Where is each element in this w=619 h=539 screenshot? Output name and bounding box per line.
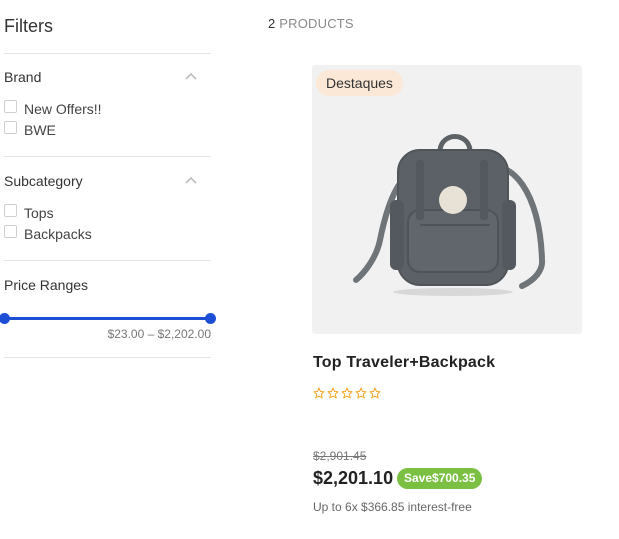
star-outline-icon (355, 387, 367, 399)
option-label: BWE (24, 122, 56, 138)
backpack-image (350, 110, 550, 305)
price-slider-track[interactable] (4, 317, 211, 320)
option-label: Backpacks (24, 226, 92, 242)
product-image[interactable] (312, 65, 582, 334)
checkbox[interactable] (4, 224, 17, 238)
checkbox[interactable] (4, 99, 17, 113)
product-count-number: 2 (268, 16, 276, 31)
save-badge: Save$700.35 (397, 468, 483, 489)
star-outline-icon (327, 387, 339, 399)
option-label: New Offers!! (24, 101, 102, 117)
option-label: Tops (24, 205, 54, 221)
price-slider-max-handle[interactable] (205, 313, 216, 324)
product-name[interactable]: Top Traveler+Backpack (313, 354, 495, 372)
brand-option-bwe[interactable]: BWE (4, 120, 56, 138)
subcategory-section-title[interactable]: Subcategory (4, 173, 83, 189)
current-price: $2,201.10 (313, 468, 394, 488)
rating-stars (313, 387, 381, 399)
filters-title: Filters (4, 16, 53, 36)
star-outline-icon (313, 387, 325, 399)
brand-option-new-offers[interactable]: New Offers!! (4, 99, 102, 117)
checkbox[interactable] (4, 203, 17, 217)
product-count-label: PRODUCTS (279, 16, 354, 31)
checkbox[interactable] (4, 120, 17, 134)
price-section-title: Price Ranges (4, 277, 89, 293)
star-outline-icon (369, 387, 381, 399)
highlight-badge: Destaques (316, 70, 403, 96)
product-count: 2 PRODUCTS (268, 16, 354, 31)
divider (4, 156, 211, 157)
divider (4, 53, 211, 54)
divider (4, 260, 211, 261)
old-price: $2,901.45 (313, 449, 367, 463)
price-slider-min-handle[interactable] (0, 313, 10, 324)
subcategory-option-backpacks[interactable]: Backpacks (4, 224, 92, 242)
star-outline-icon (341, 387, 353, 399)
chevron-up-icon[interactable] (185, 72, 197, 80)
chevron-up-icon[interactable] (185, 176, 197, 184)
price-range-label: $23.00 – $2,202.00 (107, 327, 211, 341)
divider (4, 357, 211, 358)
subcategory-option-tops[interactable]: Tops (4, 203, 54, 221)
brand-section-title[interactable]: Brand (4, 69, 41, 85)
installments-text: Up to 6x $366.85 interest-free (313, 500, 472, 514)
